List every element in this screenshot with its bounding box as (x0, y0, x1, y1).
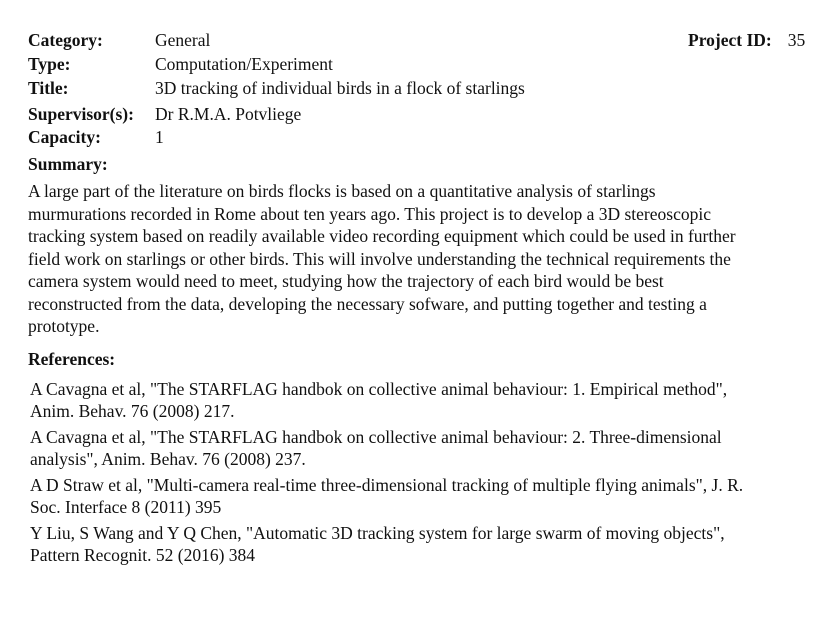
references-heading: References: (28, 349, 116, 369)
summary-line: murmurations recorded in Rome about ten … (28, 203, 711, 224)
summary-line: camera system would need to meet, studyi… (28, 271, 664, 291)
title-value: 3D tracking of individual birds in a flo… (155, 78, 525, 98)
reference-line: Pattern Recognit. 52 (2016) 384 (30, 545, 256, 565)
supervisor-value: Dr R.M.A. Potvliege (155, 104, 302, 124)
type-label: Type: (28, 54, 71, 74)
reference-line: Y Liu, S Wang and Y Q Chen, "Automatic 3… (30, 523, 725, 543)
reference-line: Anim. Behav. 76 (2008) 217. (30, 401, 235, 421)
reference-item: A Cavagna et al, "The STARFLAG handbok o… (30, 426, 820, 470)
summary-line: field work on starlings or other birds. … (28, 248, 731, 269)
capacity-value: 1 (155, 127, 164, 147)
reference-item: Y Liu, S Wang and Y Q Chen, "Automatic 3… (30, 522, 820, 566)
summary-heading: Summary: (28, 154, 108, 174)
summary-line: tracking system based on readily availab… (28, 226, 736, 246)
title-label: Title: (28, 78, 69, 98)
references-list: A Cavagna et al, "The STARFLAG handbok o… (30, 378, 820, 570)
project-description-page: Category: General Type: Computation/Expe… (0, 0, 834, 628)
project-id-label: Project ID: (688, 30, 772, 50)
reference-line: analysis", Anim. Behav. 76 (2008) 237. (30, 449, 306, 469)
reference-line: A Cavagna et al, "The STARFLAG handbok o… (30, 427, 722, 447)
capacity-label: Capacity: (28, 127, 101, 147)
summary-text: A large part of the literature on birds … (28, 180, 818, 338)
summary-line: prototype. (28, 316, 100, 336)
supervisor-label: Supervisor(s): (28, 104, 134, 124)
reference-line: A Cavagna et al, "The STARFLAG handbok o… (30, 379, 728, 399)
project-id: Project ID: 35 (688, 28, 805, 52)
reference-item: A D Straw et al, "Multi-camera real-time… (30, 474, 820, 518)
reference-line: A D Straw et al, "Multi-camera real-time… (30, 475, 744, 495)
project-id-value: 35 (787, 30, 806, 50)
type-value: Computation/Experiment (155, 54, 333, 74)
reference-line: Soc. Interface 8 (2011) 395 (30, 497, 222, 517)
summary-line: A large part of the literature on birds … (28, 181, 656, 201)
summary-line: reconstructed from the data, developing … (28, 293, 707, 314)
category-label: Category: (28, 30, 103, 50)
category-value: General (155, 30, 211, 50)
reference-item: A Cavagna et al, "The STARFLAG handbok o… (30, 378, 820, 422)
